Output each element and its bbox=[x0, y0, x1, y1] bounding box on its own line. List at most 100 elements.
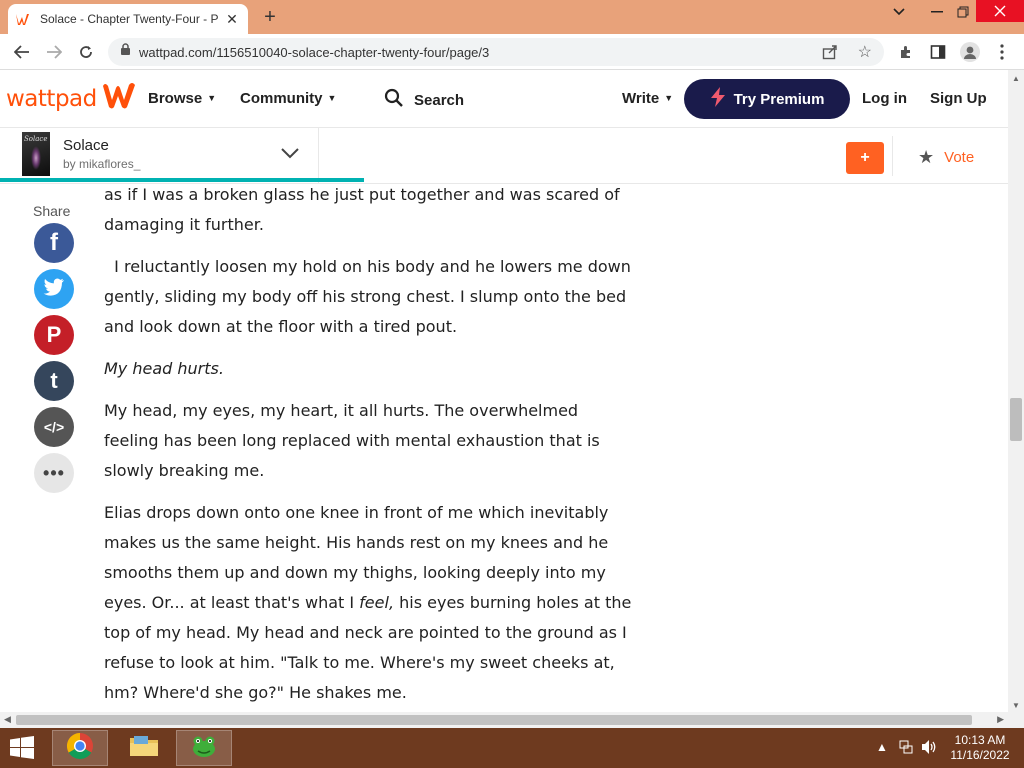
share-label: Share bbox=[33, 203, 71, 219]
tumblr-icon: t bbox=[50, 368, 58, 393]
premium-label: Try Premium bbox=[733, 90, 825, 108]
horizontal-scroll-thumb[interactable] bbox=[16, 715, 973, 725]
embed-share-button[interactable]: </> bbox=[34, 407, 74, 447]
story-author[interactable]: by mikaflores_ bbox=[63, 157, 140, 171]
frog-icon bbox=[189, 732, 219, 765]
cover-title: Solace bbox=[24, 135, 48, 143]
search-button[interactable]: Search bbox=[384, 88, 464, 113]
write-menu[interactable]: Write ▼ bbox=[622, 90, 673, 107]
frog-app-taskbar-button[interactable] bbox=[176, 730, 232, 766]
divider bbox=[892, 136, 893, 176]
screen: Solace - Chapter Twenty-Four - P ✕ + wat… bbox=[0, 0, 1024, 768]
star-icon: ★ bbox=[918, 147, 935, 167]
twitter-icon bbox=[43, 278, 65, 301]
scroll-down-arrow-icon[interactable]: ▼ bbox=[1012, 701, 1020, 710]
vote-label: Vote bbox=[944, 149, 975, 166]
profile-avatar-icon[interactable] bbox=[960, 42, 980, 62]
clock-time: 10:13 AM bbox=[954, 733, 1006, 747]
tab-title: Solace - Chapter Twenty-Four - P bbox=[40, 12, 218, 26]
share-page-icon[interactable] bbox=[822, 44, 838, 63]
paragraph: My head hurts. bbox=[104, 359, 224, 378]
tumblr-share-button[interactable]: t bbox=[34, 361, 74, 401]
vertical-scrollbar[interactable]: ▲ ▼ bbox=[1008, 70, 1024, 712]
new-tab-button[interactable]: + bbox=[258, 6, 282, 28]
scroll-up-arrow-icon[interactable]: ▲ bbox=[1012, 74, 1020, 83]
vertical-scroll-thumb[interactable] bbox=[1010, 398, 1022, 441]
community-label: Community bbox=[240, 90, 323, 107]
chapter-text: as if I was a broken glass he just put t… bbox=[104, 180, 634, 720]
tab-search-icon[interactable] bbox=[884, 0, 914, 24]
paragraph: My head, my eyes, my heart, it all hurts… bbox=[104, 401, 600, 480]
clock-date: 11/16/2022 bbox=[950, 748, 1010, 762]
chrome-taskbar-button[interactable] bbox=[52, 730, 108, 766]
restore-button[interactable] bbox=[948, 0, 978, 24]
scroll-right-arrow-icon[interactable]: ▶ bbox=[997, 714, 1004, 725]
horizontal-scrollbar[interactable]: ◀ ▶ bbox=[0, 712, 1008, 728]
volume-icon[interactable] bbox=[920, 739, 938, 758]
more-share-button[interactable]: ••• bbox=[34, 453, 74, 493]
file-explorer-taskbar-button[interactable] bbox=[116, 730, 172, 766]
scroll-left-arrow-icon[interactable]: ◀ bbox=[4, 714, 11, 725]
community-menu[interactable]: Community ▼ bbox=[240, 90, 336, 107]
paragraph: I reluctantly loosen my hold on his body… bbox=[104, 257, 636, 336]
search-icon bbox=[384, 88, 404, 113]
add-to-library-button[interactable]: + bbox=[846, 142, 884, 174]
extensions-icon[interactable] bbox=[896, 42, 916, 62]
caret-down-icon: ▼ bbox=[327, 93, 337, 103]
paragraph-emphasis: feel, bbox=[359, 593, 395, 612]
windows-taskbar: ▲ 10:13 AM 11/16/2022 bbox=[0, 728, 1024, 768]
story-toolbar: Solace Solace by mikaflores_ + ★ Vote bbox=[0, 128, 1008, 184]
close-window-button[interactable] bbox=[976, 0, 1024, 22]
search-label: Search bbox=[414, 92, 465, 109]
chevron-down-icon[interactable] bbox=[280, 146, 300, 164]
address-toolbar: wattpad.com/1156510040-solace-chapter-tw… bbox=[0, 34, 1024, 70]
caret-down-icon: ▼ bbox=[207, 93, 217, 103]
lightning-bolt-icon bbox=[710, 86, 726, 112]
address-bar[interactable]: wattpad.com/1156510040-solace-chapter-tw… bbox=[108, 38, 884, 66]
paragraph: as if I was a broken glass he just put t… bbox=[104, 185, 620, 234]
caret-down-icon: ▼ bbox=[664, 93, 674, 103]
windows-start-icon[interactable] bbox=[8, 736, 38, 760]
chrome-menu-icon[interactable] bbox=[992, 42, 1012, 62]
pinterest-icon: P bbox=[46, 322, 62, 347]
embed-code-icon: </> bbox=[43, 419, 65, 435]
forward-arrow-icon[interactable] bbox=[42, 40, 66, 64]
system-clock[interactable]: 10:13 AM 11/16/2022 bbox=[946, 733, 1014, 763]
close-tab-icon[interactable]: ✕ bbox=[224, 11, 240, 28]
story-title[interactable]: Solace bbox=[63, 137, 109, 154]
browser-tab-bar: Solace - Chapter Twenty-Four - P ✕ + bbox=[0, 0, 1024, 34]
divider bbox=[318, 128, 319, 184]
browse-menu[interactable]: Browse ▼ bbox=[148, 90, 216, 107]
browse-label: Browse bbox=[148, 90, 203, 107]
side-panel-icon[interactable] bbox=[928, 42, 948, 62]
lock-icon[interactable] bbox=[120, 43, 131, 61]
show-hidden-icons-chevron-icon[interactable]: ▲ bbox=[876, 740, 888, 754]
network-icon[interactable] bbox=[898, 739, 914, 758]
site-header: wattpad Browse ▼ Community ▼ Search Write ▼… bbox=[0, 70, 1024, 128]
pinterest-share-button[interactable]: P bbox=[34, 315, 74, 355]
bookmark-star-icon[interactable]: ☆ bbox=[858, 42, 872, 62]
url-text: wattpad.com/1156510040-solace-chapter-tw… bbox=[139, 44, 490, 60]
chrome-icon bbox=[66, 732, 94, 765]
wattpad-favicon-icon bbox=[16, 11, 32, 27]
story-cover[interactable]: Solace bbox=[22, 132, 50, 176]
back-arrow-icon[interactable] bbox=[10, 40, 34, 64]
signup-link[interactable]: Sign Up bbox=[930, 90, 987, 107]
folder-icon bbox=[129, 734, 159, 763]
paragraph: Elias drops down onto one knee in front … bbox=[104, 498, 634, 708]
reload-icon[interactable] bbox=[74, 40, 98, 64]
facebook-share-button[interactable]: f bbox=[34, 223, 74, 263]
write-label: Write bbox=[622, 90, 660, 107]
facebook-icon: f bbox=[50, 229, 58, 256]
logo-text: wattpad bbox=[6, 85, 97, 112]
wattpad-logo[interactable]: wattpad bbox=[6, 82, 137, 115]
wattpad-w-icon bbox=[101, 82, 137, 115]
scrollbar-corner bbox=[1008, 712, 1024, 728]
browser-tab[interactable]: Solace - Chapter Twenty-Four - P ✕ bbox=[8, 4, 248, 34]
cover-figure bbox=[31, 146, 41, 170]
twitter-share-button[interactable] bbox=[34, 269, 74, 309]
vote-button[interactable]: ★ Vote bbox=[918, 147, 974, 168]
try-premium-button[interactable]: Try Premium bbox=[684, 79, 850, 119]
login-link[interactable]: Log in bbox=[862, 90, 907, 107]
more-dots-icon: ••• bbox=[43, 462, 65, 483]
